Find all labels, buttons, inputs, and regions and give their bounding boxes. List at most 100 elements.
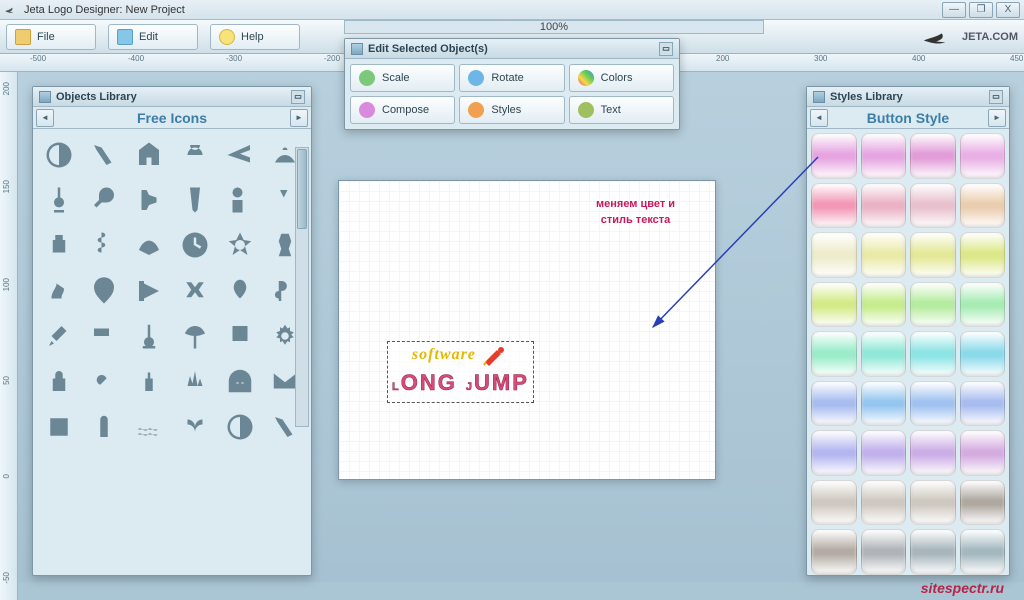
- screw-icon[interactable]: [82, 224, 125, 267]
- help-menu[interactable]: Help: [210, 24, 300, 50]
- style-swatch[interactable]: [960, 133, 1006, 179]
- window-close-button[interactable]: X: [996, 2, 1020, 18]
- style-swatch[interactable]: [960, 529, 1006, 575]
- panel-minimize-button[interactable]: ▭: [659, 42, 673, 56]
- style-swatch[interactable]: [910, 183, 956, 229]
- window-minimize-button[interactable]: —: [942, 2, 966, 18]
- styles-button[interactable]: Styles: [459, 96, 564, 124]
- styles-panel-header[interactable]: Styles Library ▭: [807, 87, 1009, 107]
- scrollbar-vertical[interactable]: [295, 147, 309, 427]
- style-swatch[interactable]: [811, 381, 857, 427]
- paperclip-icon[interactable]: [218, 269, 261, 312]
- lightbulb-icon[interactable]: [37, 178, 80, 221]
- style-swatch[interactable]: [861, 133, 907, 179]
- style-swatch[interactable]: [861, 232, 907, 278]
- style-swatch[interactable]: [910, 381, 956, 427]
- clock-icon[interactable]: [173, 224, 216, 267]
- style-swatch[interactable]: [910, 480, 956, 526]
- announcement-icon[interactable]: [128, 269, 171, 312]
- style-swatch[interactable]: [910, 430, 956, 476]
- style-swatch[interactable]: [910, 232, 956, 278]
- waves-icon[interactable]: [128, 405, 171, 448]
- zoom-indicator[interactable]: 100%: [344, 20, 764, 34]
- category-next-button[interactable]: ►: [988, 109, 1006, 127]
- objects-panel-header[interactable]: Objects Library ▭: [33, 87, 311, 107]
- panel-minimize-button[interactable]: ▭: [291, 90, 305, 104]
- style-swatch[interactable]: [861, 183, 907, 229]
- podium-icon[interactable]: [128, 360, 171, 403]
- table-icon[interactable]: [37, 405, 80, 448]
- panel-minimize-button[interactable]: ▭: [989, 90, 1003, 104]
- style-swatch[interactable]: [910, 331, 956, 377]
- plane-icon[interactable]: [218, 133, 261, 176]
- scrollbar-thumb[interactable]: [297, 149, 307, 229]
- style-swatch[interactable]: [861, 430, 907, 476]
- footer-link[interactable]: sitespectr.ru: [921, 580, 1004, 596]
- location-icon[interactable]: [82, 269, 125, 312]
- dart-icon[interactable]: [37, 314, 80, 357]
- paint-roller-icon[interactable]: [82, 314, 125, 357]
- style-swatch[interactable]: [811, 183, 857, 229]
- half-circle-icon[interactable]: [37, 133, 80, 176]
- umbrella-icon[interactable]: [173, 314, 216, 357]
- half-circle-icon[interactable]: [218, 405, 261, 448]
- frame-icon[interactable]: [218, 314, 261, 357]
- key-icon[interactable]: [82, 178, 125, 221]
- style-swatch[interactable]: [811, 282, 857, 328]
- selected-text-object[interactable]: software Long Jump: [387, 341, 534, 403]
- wrench-icon[interactable]: [82, 360, 125, 403]
- style-swatch[interactable]: [910, 529, 956, 575]
- style-swatch[interactable]: [861, 381, 907, 427]
- styles-library-panel[interactable]: Styles Library ▭ ◄ Button Style ►: [806, 86, 1010, 576]
- mask-icon[interactable]: [218, 360, 261, 403]
- rotate-button[interactable]: Rotate: [459, 64, 564, 92]
- style-swatch[interactable]: [960, 381, 1006, 427]
- pulse-icon[interactable]: [173, 360, 216, 403]
- style-swatch[interactable]: [811, 430, 857, 476]
- category-next-button[interactable]: ►: [290, 109, 308, 127]
- style-swatch[interactable]: [861, 282, 907, 328]
- style-swatch[interactable]: [960, 183, 1006, 229]
- style-swatch[interactable]: [960, 282, 1006, 328]
- padlock-icon[interactable]: [82, 405, 125, 448]
- edit-menu[interactable]: Edit: [108, 24, 198, 50]
- lock-icon[interactable]: [37, 360, 80, 403]
- style-swatch[interactable]: [811, 232, 857, 278]
- person-icon[interactable]: [218, 178, 261, 221]
- badge-icon[interactable]: [218, 224, 261, 267]
- style-swatch[interactable]: [910, 133, 956, 179]
- objects-library-panel[interactable]: Objects Library ▭ ◄ Free Icons ►: [32, 86, 312, 576]
- style-swatch[interactable]: [811, 480, 857, 526]
- compose-button[interactable]: Compose: [350, 96, 455, 124]
- category-prev-button[interactable]: ◄: [810, 109, 828, 127]
- style-swatch[interactable]: [960, 430, 1006, 476]
- window-maximize-button[interactable]: ❐: [969, 2, 993, 18]
- road-icon[interactable]: [173, 178, 216, 221]
- style-swatch[interactable]: [910, 282, 956, 328]
- lamp-icon[interactable]: [37, 269, 80, 312]
- style-swatch[interactable]: [811, 331, 857, 377]
- file-menu[interactable]: File: [6, 24, 96, 50]
- style-swatch[interactable]: [861, 480, 907, 526]
- colors-button[interactable]: Colors: [569, 64, 674, 92]
- style-swatch[interactable]: [960, 232, 1006, 278]
- text-button[interactable]: Text: [569, 96, 674, 124]
- style-swatch[interactable]: [960, 331, 1006, 377]
- style-swatch[interactable]: [960, 480, 1006, 526]
- microphone-icon[interactable]: [128, 314, 171, 357]
- style-swatch[interactable]: [861, 331, 907, 377]
- style-swatch[interactable]: [811, 133, 857, 179]
- edit-objects-panel[interactable]: Edit Selected Object(s) ▭ ScaleRotateCol…: [344, 38, 680, 130]
- edit-panel-header[interactable]: Edit Selected Object(s) ▭: [345, 39, 679, 59]
- rss-icon[interactable]: [173, 405, 216, 448]
- scale-button[interactable]: Scale: [350, 64, 455, 92]
- chat-icon[interactable]: [173, 133, 216, 176]
- briefcase-icon[interactable]: [37, 224, 80, 267]
- birdhouse-icon[interactable]: [128, 133, 171, 176]
- megaphone-icon[interactable]: [128, 178, 171, 221]
- style-swatch[interactable]: [811, 529, 857, 575]
- style-swatch[interactable]: [861, 529, 907, 575]
- flashlight-icon[interactable]: [82, 133, 125, 176]
- category-prev-button[interactable]: ◄: [36, 109, 54, 127]
- cocktail-icon[interactable]: [173, 269, 216, 312]
